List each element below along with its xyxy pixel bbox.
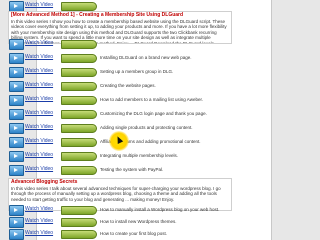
video-title: How to create your first blog post. xyxy=(100,231,168,236)
video-row: Watch Video Installing DLGuard on a bran… xyxy=(8,52,230,64)
arrow-icon xyxy=(61,110,97,119)
watch-video-link[interactable]: Watch Video xyxy=(25,206,53,213)
mouse-cursor-highlight xyxy=(109,131,129,151)
watch-video-link[interactable]: Watch Video xyxy=(25,2,53,9)
arrow-icon xyxy=(61,40,97,49)
watch-video-link[interactable]: Watch Video xyxy=(25,82,53,89)
arrow-icon xyxy=(61,82,97,91)
watch-video-link[interactable]: Watch Video xyxy=(25,230,53,237)
video-title: Setting up a members group in DLG. xyxy=(100,69,174,74)
video-row: Watch Video Integrating multiple members… xyxy=(8,150,230,162)
watch-video-link[interactable]: Watch Video xyxy=(25,110,53,117)
video-row: Watch Video Customizing the DLG login pa… xyxy=(8,108,230,120)
video-title: How to install new Wordpress themes. xyxy=(100,219,177,224)
arrow-icon xyxy=(61,166,97,175)
video-thumbnail-icon[interactable] xyxy=(9,39,24,50)
video-thumbnail-icon[interactable] xyxy=(9,67,24,78)
watch-video-link[interactable]: Watch Video xyxy=(25,138,53,145)
video-title: Integrating multiple membership levels. xyxy=(100,153,179,158)
video-thumbnail-icon[interactable] xyxy=(9,151,24,162)
video-row: Watch Video Testing the system with PayP… xyxy=(8,164,230,176)
arrow-icon xyxy=(61,54,97,63)
video-thumbnail-icon[interactable] xyxy=(9,217,24,228)
video-thumbnail-icon[interactable] xyxy=(9,137,24,148)
video-title: How to manually install a Wordpress blog… xyxy=(100,207,220,212)
video-row: Watch Video How to create your first blo… xyxy=(8,228,230,240)
video-title: Adding single products and protecting co… xyxy=(100,125,193,130)
arrow-icon xyxy=(61,68,97,77)
watch-video-link[interactable]: Watch Video xyxy=(25,124,53,131)
video-row: Watch Video How to manually install a Wo… xyxy=(8,204,230,216)
arrow-icon xyxy=(61,124,97,133)
watch-video-link[interactable]: Watch Video xyxy=(25,166,53,173)
arrow-icon xyxy=(61,206,97,215)
video-title: Creating the website pages. xyxy=(100,83,156,88)
video-row: Watch Video How to add members to a mail… xyxy=(8,94,230,106)
video-thumbnail-icon[interactable] xyxy=(9,205,24,216)
watch-video-link[interactable]: Watch Video xyxy=(25,54,53,61)
arrow-icon xyxy=(61,152,97,161)
video-row: Watch Video How to install new Wordpress… xyxy=(8,216,230,228)
video-title: Testing the system with PayPal. xyxy=(100,167,164,172)
video-title: Customizing the DLG login page and thank… xyxy=(100,111,207,116)
watch-video-link[interactable]: Watch Video xyxy=(25,218,53,225)
video-row: Watch Video Creating the website pages. xyxy=(8,80,230,92)
arrow-icon xyxy=(61,218,97,227)
watch-video-link[interactable]: Watch Video xyxy=(25,96,53,103)
video-thumbnail-icon[interactable] xyxy=(9,81,24,92)
video-row: Watch Video Setting up a members group i… xyxy=(8,66,230,78)
arrow-icon xyxy=(61,96,97,105)
video-thumbnail-icon[interactable] xyxy=(9,95,24,106)
video-thumbnail-icon[interactable] xyxy=(9,109,24,120)
arrow-icon xyxy=(61,230,97,239)
arrow-icon xyxy=(61,138,97,147)
video-thumbnail-icon[interactable] xyxy=(9,123,24,134)
watch-video-link[interactable]: Watch Video xyxy=(25,152,53,159)
video-title: Installing DLGuard on a brand new web pa… xyxy=(100,55,192,60)
watch-video-link[interactable]: Watch Video xyxy=(25,40,53,47)
watch-video-link[interactable]: Watch Video xyxy=(25,68,53,75)
video-row: Watch Video xyxy=(8,38,230,50)
video-thumbnail-icon[interactable] xyxy=(9,53,24,64)
video-title: How to add members to a mailing list usi… xyxy=(100,97,203,102)
arrow-icon xyxy=(61,2,97,11)
video-thumbnail-icon[interactable] xyxy=(9,229,24,240)
video-thumbnail-icon[interactable] xyxy=(9,165,24,176)
